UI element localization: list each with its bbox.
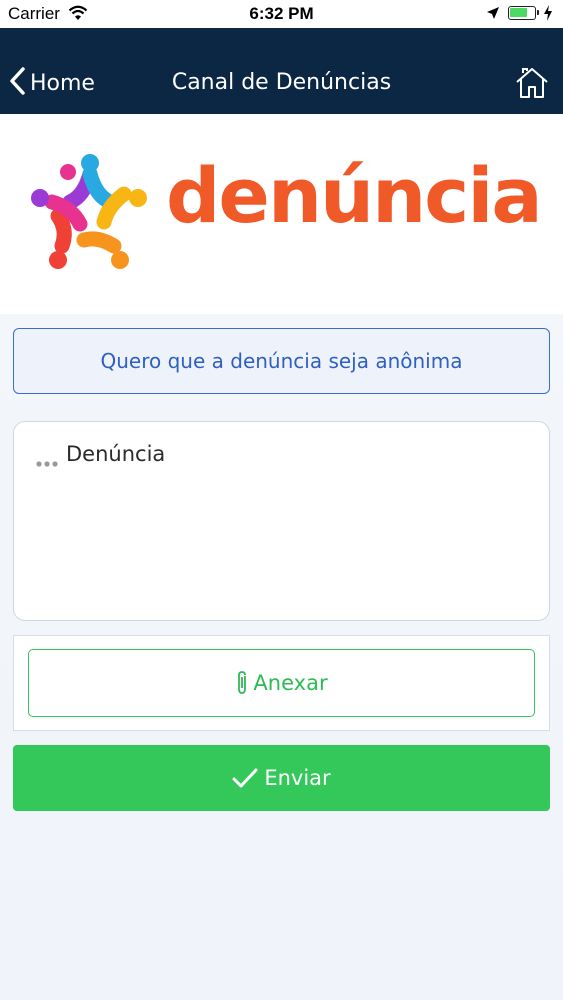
charging-bolt-icon [543, 5, 553, 26]
home-icon [516, 68, 548, 98]
navigation-bar: Home Canal de Denúncias [0, 28, 563, 114]
report-form: Quero que a denúncia seja anônima Denúnc… [0, 314, 563, 1000]
attach-button[interactable]: Anexar [28, 649, 535, 717]
logo-wordmark: denúncia [166, 151, 543, 240]
attach-label: Anexar [253, 671, 328, 695]
send-label: Enviar [264, 766, 331, 790]
page-title: Canal de Denúncias [171, 70, 392, 95]
logo-banner: denúncia [0, 114, 563, 314]
paperclip-icon [238, 671, 247, 694]
attachment-panel: Anexar [13, 635, 550, 731]
anonymous-toggle-button[interactable]: Quero que a denúncia seja anônima [13, 328, 550, 394]
send-button[interactable]: Enviar [13, 745, 550, 811]
location-arrow-icon [486, 6, 500, 25]
report-text-area[interactable]: Denúncia [13, 421, 550, 621]
status-bar: Carrier 6:32 PM [0, 0, 563, 28]
report-placeholder: Denúncia [66, 442, 166, 466]
battery-icon [508, 6, 539, 20]
home-button[interactable] [514, 65, 550, 101]
checkmark-icon [232, 768, 258, 788]
logo-mark-icon [31, 154, 147, 269]
clock: 6:32 PM [249, 4, 314, 23]
ellipsis-icon [36, 452, 58, 471]
